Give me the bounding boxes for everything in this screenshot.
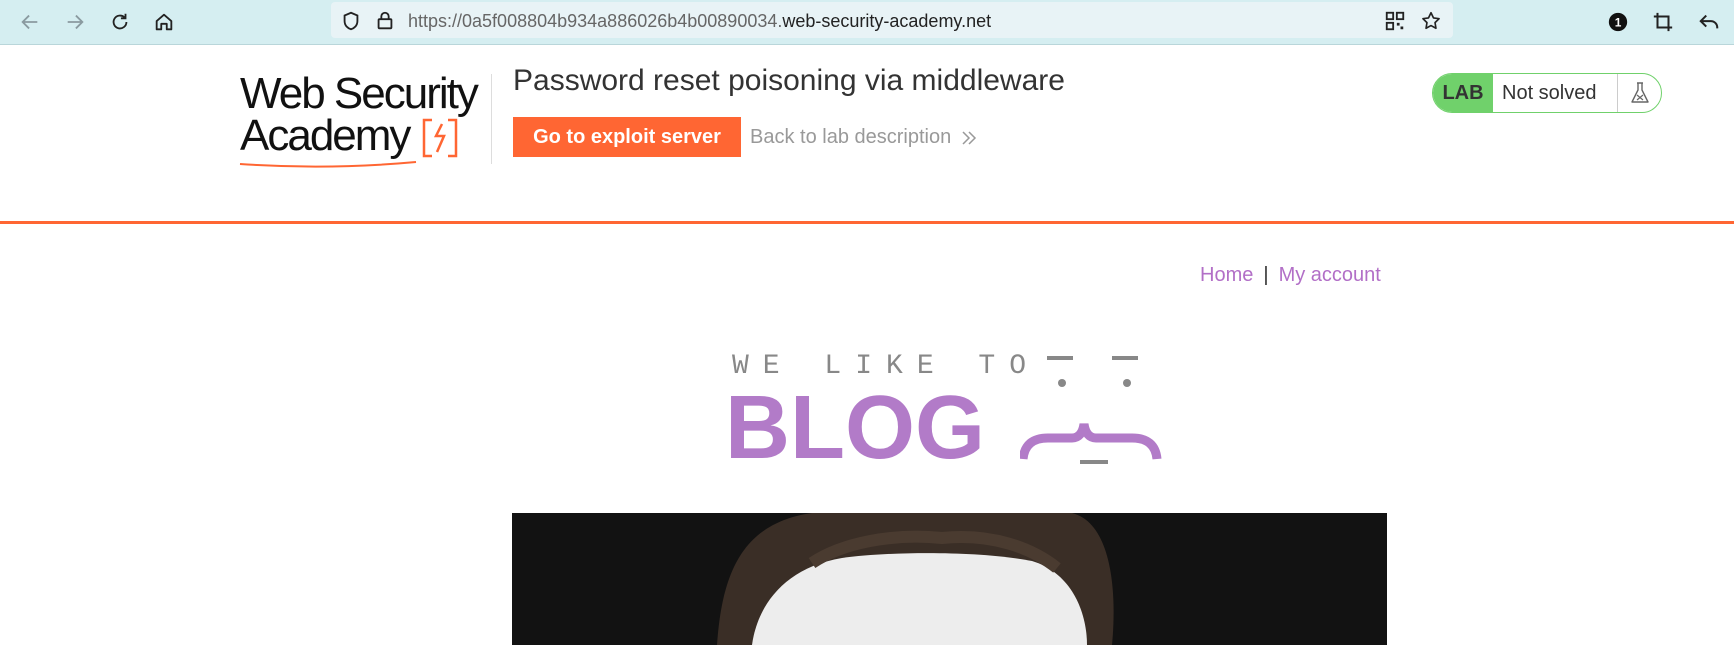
share-icon (1699, 14, 1719, 29)
header-divider (491, 74, 492, 164)
home-button[interactable] (149, 7, 179, 37)
forward-button[interactable] (60, 7, 90, 37)
share-button[interactable] (1694, 7, 1724, 37)
lab-status-widget: LAB Not solved (1432, 73, 1662, 113)
banner-title: BLOG (725, 378, 985, 478)
home-icon (155, 13, 173, 31)
extension-icon: 1 (1608, 12, 1628, 32)
reload-icon (112, 13, 128, 30)
blog-banner: WE LIKE TO BLOG (720, 340, 1180, 478)
extension-button[interactable]: 1 (1603, 7, 1633, 37)
lightning-bracket-icon (422, 118, 458, 158)
site-nav: Home | My account (1200, 264, 1381, 287)
nav-my-account-link[interactable]: My account (1279, 264, 1381, 286)
browser-toolbar: https://0a5f008804b934a886026b4b00890034… (0, 0, 1734, 45)
reload-button[interactable] (105, 7, 135, 37)
web-security-academy-logo[interactable]: Web Security Academy (239, 70, 490, 170)
flask-icon (1630, 82, 1649, 103)
lab-title: Password reset poisoning via middleware (513, 64, 1065, 97)
qr-code-icon[interactable] (1384, 10, 1406, 32)
logo-underline-icon (239, 161, 417, 168)
star-icon[interactable] (1420, 10, 1442, 32)
logo-line2: Academy (240, 111, 411, 160)
shield-icon[interactable] (340, 10, 362, 32)
lab-header: Web Security Academy Password reset pois… (0, 46, 1734, 224)
lab-flask-button[interactable] (1617, 74, 1661, 112)
double-chevron-right-icon (962, 130, 977, 145)
extension-badge: 1 (1615, 16, 1622, 30)
crop-button[interactable] (1648, 7, 1678, 37)
smiley-face-icon (1020, 356, 1162, 464)
back-icon (21, 14, 38, 30)
back-to-description-link[interactable]: Back to lab description (750, 126, 977, 149)
lab-badge: LAB (1433, 74, 1493, 112)
url-domain: web-security-academy.net (782, 11, 992, 31)
lock-icon[interactable] (374, 10, 396, 32)
forward-icon (67, 14, 84, 30)
nav-home-link[interactable]: Home (1200, 264, 1253, 286)
portrait-photo (717, 513, 1114, 645)
address-bar[interactable]: https://0a5f008804b934a886026b4b00890034… (331, 2, 1453, 38)
back-link-label: Back to lab description (750, 126, 952, 148)
crop-icon (1653, 12, 1673, 32)
url-prefix: https://0a5f008804b934a886026b4b00890034… (408, 11, 783, 31)
back-button[interactable] (15, 7, 45, 37)
url-text[interactable]: https://0a5f008804b934a886026b4b00890034… (408, 11, 991, 32)
lab-status-text: Not solved (1502, 81, 1597, 104)
exploit-server-button[interactable]: Go to exploit server (513, 117, 741, 157)
blog-hero-image (512, 513, 1387, 645)
nav-separator: | (1263, 264, 1269, 286)
